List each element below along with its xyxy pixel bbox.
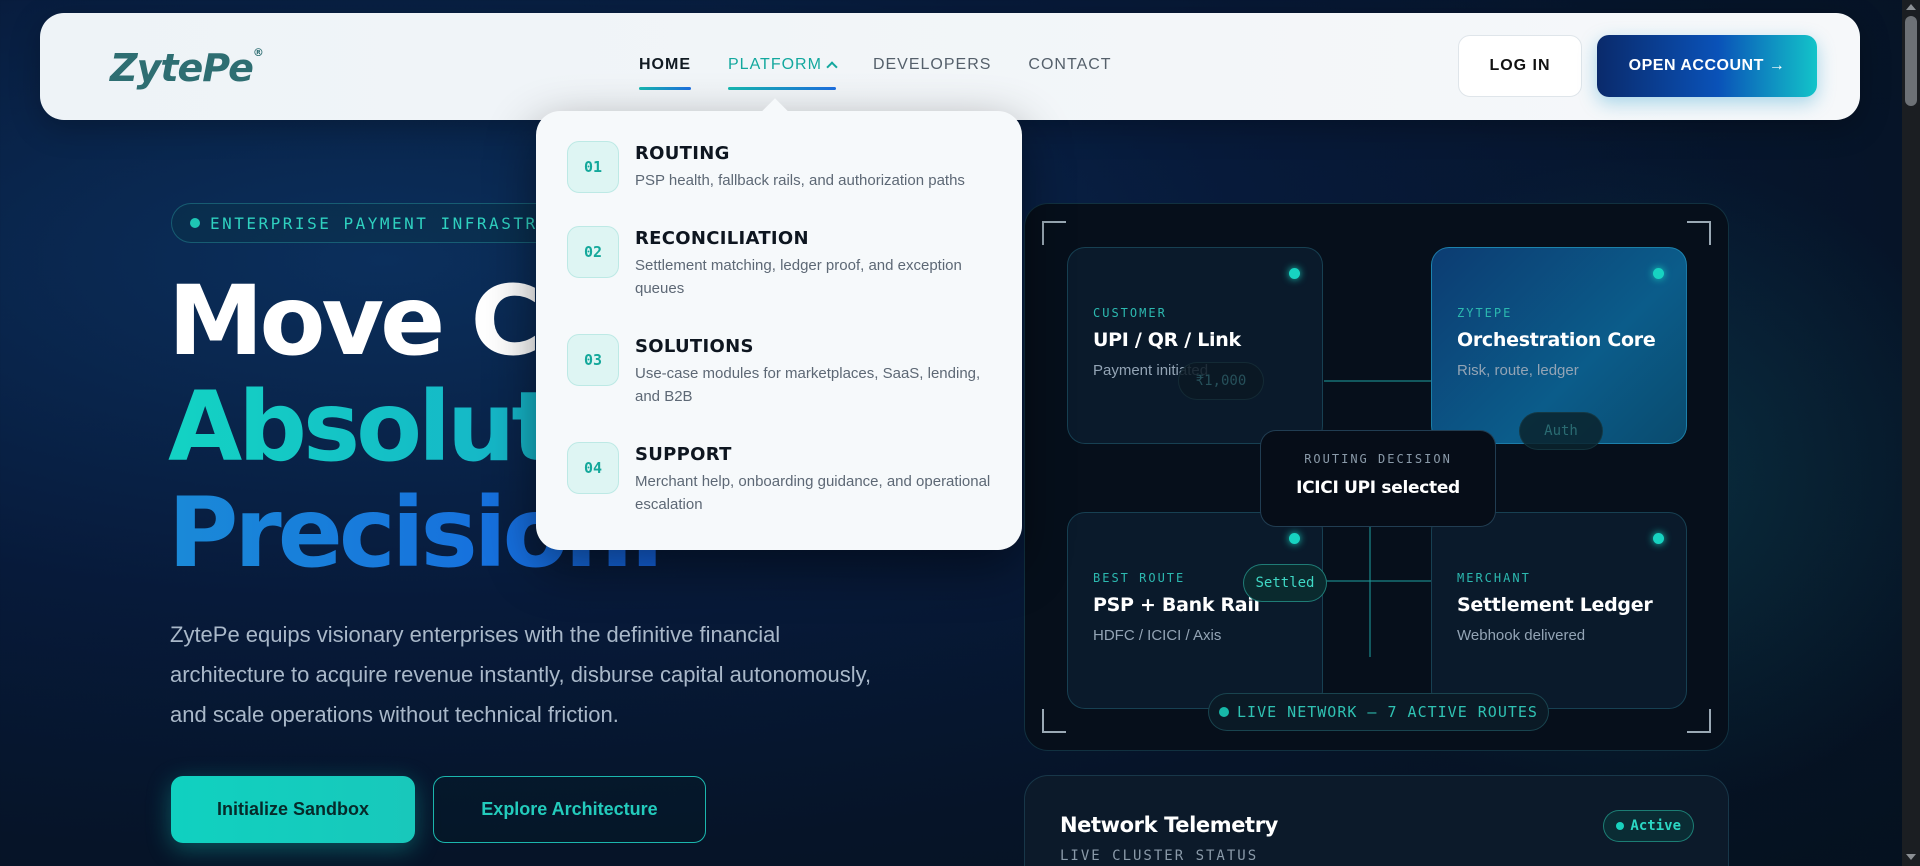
connector-line — [1324, 380, 1434, 382]
telemetry-subtitle: LIVE CLUSTER STATUS — [1060, 848, 1259, 864]
hero-description: ZytePe equips visionary enterprises with… — [170, 622, 872, 727]
nav-link-developers[interactable]: DEVELOPERS — [873, 56, 991, 78]
badge-text: ENTERPRISE PAYMENT INFRASTRUCTU — [210, 213, 587, 233]
amount-chip: ₹1,000 — [1178, 362, 1264, 400]
node-customer[interactable]: CUSTOMER UPI / QR / Link Payment initiat… — [1067, 247, 1323, 444]
node-best-route[interactable]: BEST ROUTE PSP + Bank Rail HDFC / ICICI … — [1067, 512, 1323, 709]
status-dot-icon — [1653, 533, 1664, 544]
page-scrollbar[interactable] — [1902, 0, 1920, 866]
menu-item-solutions[interactable]: 03 SOLUTIONS Use-case modules for market… — [567, 334, 995, 408]
nav-links: HOME PLATFORM DEVELOPERS CONTACT — [639, 13, 1149, 120]
login-button[interactable]: LOG IN — [1458, 35, 1582, 97]
decision-tag: ROUTING DECISION — [1304, 452, 1452, 466]
platform-dropdown-menu: 01 ROUTING PSP health, fallback rails, a… — [536, 111, 1022, 550]
active-dot-icon — [1616, 822, 1625, 830]
status-badge: Active — [1603, 810, 1694, 842]
menu-item-description: PSP health, fallback rails, and authoriz… — [635, 172, 965, 189]
corner-bracket-icon — [1687, 221, 1711, 245]
menu-item-number: 04 — [567, 442, 619, 494]
menu-item-description: Use-case modules for marketplaces, SaaS,… — [635, 365, 981, 405]
status-dot-icon — [1289, 533, 1300, 544]
node-title: Settlement Ledger — [1457, 594, 1653, 616]
nav-link-platform-label: PLATFORM — [728, 55, 822, 73]
scroll-down-arrow-icon[interactable] — [1906, 854, 1916, 860]
corner-bracket-icon — [1042, 709, 1066, 733]
nav-link-home-label: HOME — [639, 55, 691, 73]
badge-dot-icon — [190, 218, 200, 228]
routing-visualization-panel: CUSTOMER UPI / QR / Link Payment initiat… — [1024, 203, 1729, 751]
network-telemetry-card: Network Telemetry LIVE CLUSTER STATUS Ac… — [1024, 775, 1729, 866]
node-title: UPI / QR / Link — [1093, 329, 1241, 351]
node-tag: ZYTEPE — [1457, 306, 1513, 320]
node-tag: CUSTOMER — [1093, 306, 1167, 320]
logo-registered-mark: ® — [252, 46, 264, 59]
top-navbar: ZytePe® HOME PLATFORM DEVELOPERS CONTACT… — [40, 13, 1860, 120]
connector-line — [1324, 580, 1434, 582]
live-dot-icon — [1219, 707, 1230, 717]
corner-bracket-icon — [1042, 221, 1066, 245]
status-dot-icon — [1653, 268, 1664, 279]
nav-link-platform[interactable]: PLATFORM — [728, 55, 838, 90]
menu-item-title: SOLUTIONS — [635, 336, 754, 357]
menu-item-reconciliation[interactable]: 02 RECONCILIATION Settlement matching, l… — [567, 226, 995, 300]
menu-item-routing[interactable]: 01 ROUTING PSP health, fallback rails, a… — [567, 141, 995, 193]
node-merchant[interactable]: MERCHANT Settlement Ledger Webhook deliv… — [1431, 512, 1687, 709]
node-subtitle: Webhook delivered — [1457, 627, 1586, 644]
node-tag: MERCHANT — [1457, 571, 1531, 585]
settled-chip: Settled — [1243, 564, 1327, 602]
nav-link-contact-label: CONTACT — [1028, 55, 1112, 73]
decision-value: ICICI UPI selected — [1296, 478, 1460, 498]
explore-architecture-button[interactable]: Explore Architecture — [433, 776, 706, 843]
live-network-text: LIVE NETWORK — 7 ACTIVE ROUTES — [1237, 703, 1538, 721]
menu-item-number: 03 — [567, 334, 619, 386]
status-dot-icon — [1289, 268, 1300, 279]
menu-item-number: 02 — [567, 226, 619, 278]
live-network-pill: LIVE NETWORK — 7 ACTIVE ROUTES — [1208, 693, 1549, 731]
menu-item-title: RECONCILIATION — [635, 228, 809, 249]
node-subtitle: Risk, route, ledger — [1457, 362, 1579, 379]
scroll-thumb[interactable] — [1905, 16, 1917, 106]
chevron-up-icon — [826, 60, 838, 73]
menu-item-title: ROUTING — [635, 143, 730, 164]
menu-item-description: Settlement matching, ledger proof, and e… — [635, 257, 962, 297]
status-badge-text: Active — [1630, 818, 1681, 834]
menu-item-support[interactable]: 04 SUPPORT Merchant help, onboarding gui… — [567, 442, 995, 516]
nav-link-developers-label: DEVELOPERS — [872, 55, 992, 73]
nav-link-home[interactable]: HOME — [639, 55, 691, 90]
brand-logo[interactable]: ZytePe® — [110, 46, 264, 90]
menu-item-number: 01 — [567, 141, 619, 193]
routing-decision-card: ROUTING DECISION ICICI UPI selected — [1260, 430, 1496, 527]
auth-chip: Auth — [1519, 412, 1603, 450]
node-subtitle: HDFC / ICICI / Axis — [1093, 627, 1222, 644]
menu-item-title: SUPPORT — [635, 444, 732, 465]
nav-link-contact[interactable]: CONTACT — [1028, 56, 1111, 78]
logo-text: ZytePe — [110, 46, 254, 90]
node-title: Orchestration Core — [1457, 329, 1656, 351]
telemetry-title: Network Telemetry — [1060, 813, 1278, 837]
open-account-button[interactable]: OPEN ACCOUNT → — [1597, 35, 1817, 97]
connector-line — [1369, 527, 1371, 657]
initialize-sandbox-button[interactable]: Initialize Sandbox — [171, 776, 415, 843]
scroll-up-arrow-icon[interactable] — [1906, 4, 1916, 10]
menu-item-description: Merchant help, onboarding guidance, and … — [635, 473, 991, 513]
corner-bracket-icon — [1687, 709, 1711, 733]
